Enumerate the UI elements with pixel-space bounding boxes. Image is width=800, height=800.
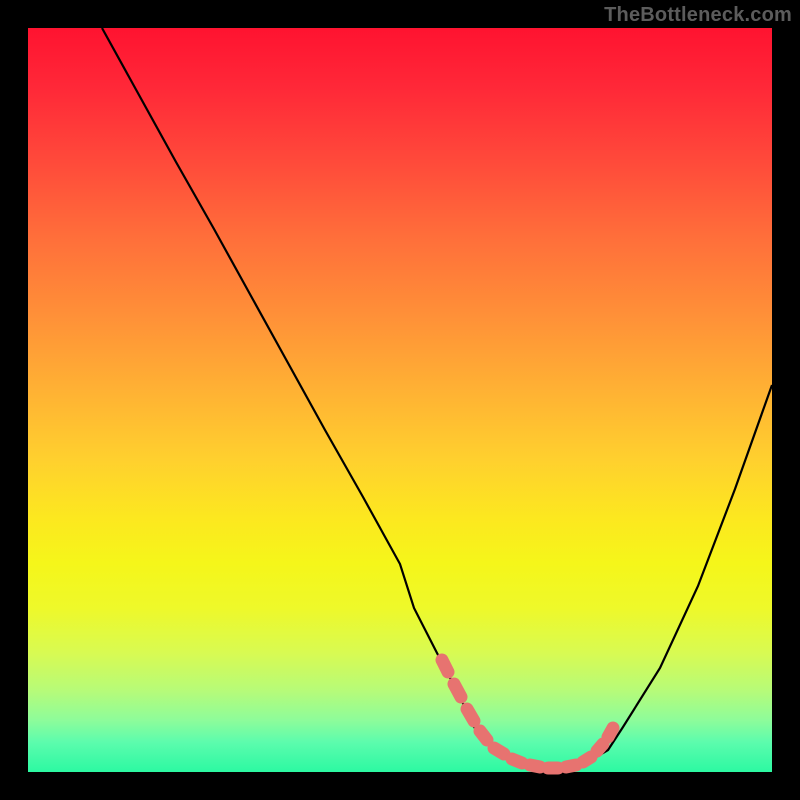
watermark-text: TheBottleneck.com [604, 4, 792, 27]
bottleneck-curve [28, 28, 772, 772]
plot-area [28, 28, 772, 772]
valley-highlight [442, 660, 613, 768]
chart-frame: TheBottleneck.com [0, 0, 800, 800]
